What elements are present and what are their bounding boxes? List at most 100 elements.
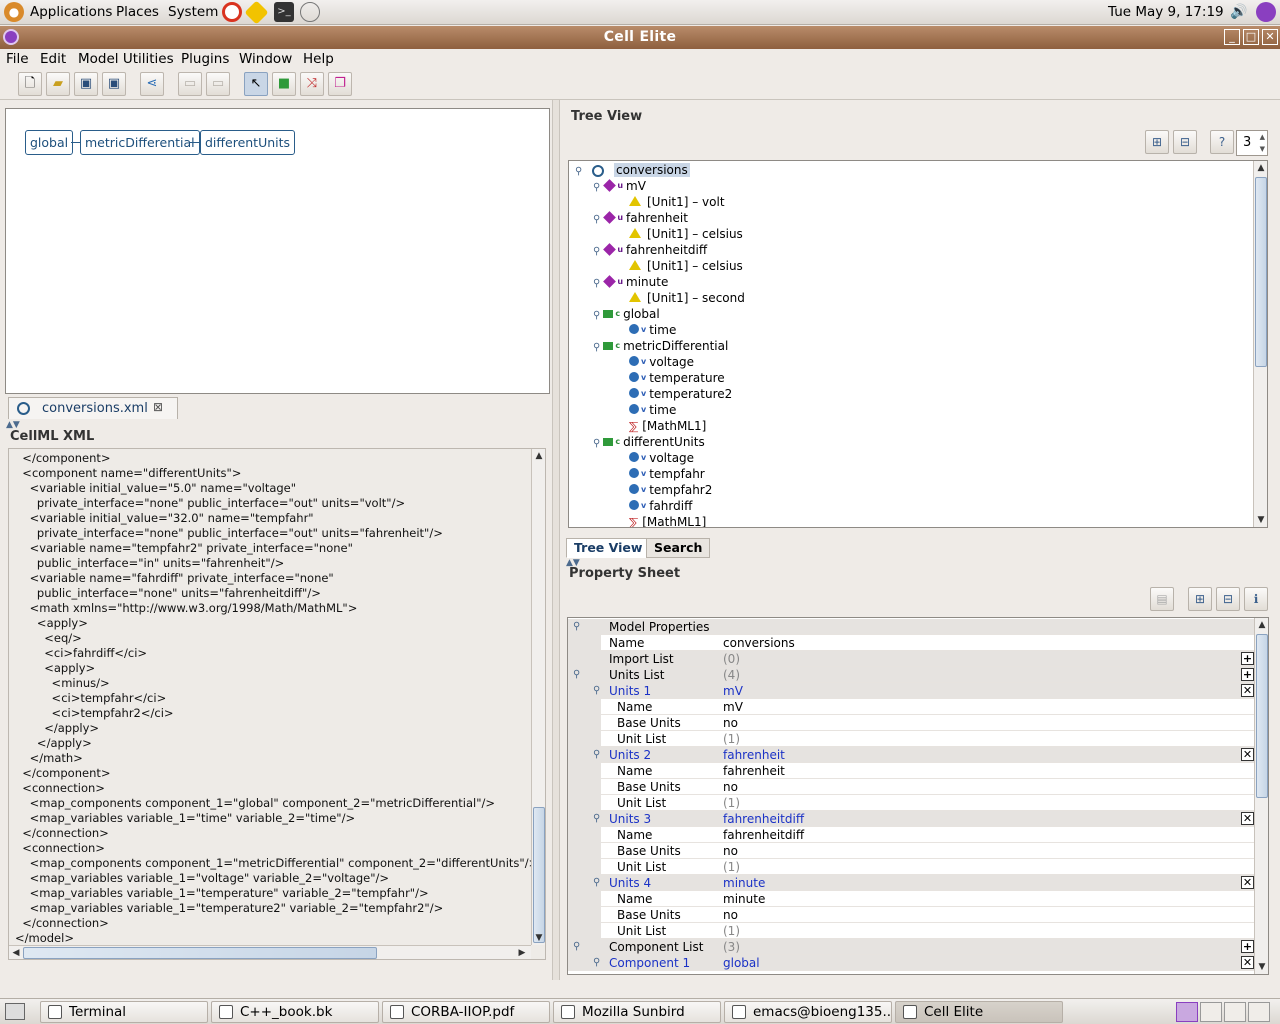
scroll-up-arrow-icon[interactable]: ▲ <box>532 451 545 461</box>
tab-conversions-xml[interactable]: conversions.xml ⊠ <box>8 397 178 419</box>
expander-icon[interactable]: ⚲ <box>593 278 600 289</box>
scroll-down-arrow-icon[interactable]: ▼ <box>532 933 545 943</box>
property-row[interactable]: Base Units no <box>568 907 1256 923</box>
property-expand-icon[interactable]: ⊞ <box>1188 587 1212 611</box>
property-value[interactable]: (1) <box>723 795 740 811</box>
property-row[interactable]: Name conversions <box>568 635 1256 651</box>
xml-text-area[interactable]: </component> <component name="differentU… <box>8 448 546 960</box>
xml-line[interactable]: <component name="differentUnits"> <box>9 466 527 481</box>
expander-icon[interactable]: ⚲ <box>593 214 600 225</box>
remove-icon[interactable]: ✕ <box>1241 876 1254 889</box>
tree-node[interactable]: [Unit1] – volt <box>613 194 725 210</box>
workspace-3-icon[interactable] <box>1224 1002 1246 1022</box>
expander-icon[interactable]: ⚲ <box>593 811 600 827</box>
xml-line[interactable]: public_interface="none" units="fahrenhei… <box>9 586 527 601</box>
tree-node[interactable]: v tempfahr2 <box>613 482 712 498</box>
taskbar-item[interactable]: emacs@bioeng135... <box>724 1001 892 1023</box>
expander-icon[interactable]: ⚲ <box>593 246 600 257</box>
tree-vscroll-thumb[interactable] <box>1255 177 1267 367</box>
workspace-4-icon[interactable] <box>1248 1002 1270 1022</box>
property-group-row[interactable]: ⚲ Units 2 fahrenheit ✕ <box>568 747 1256 763</box>
tree-node[interactable]: ⚲ c global <box>593 306 660 322</box>
tree-node[interactable]: ⚲ c differentUnits <box>593 434 705 450</box>
property-value[interactable]: no <box>723 907 738 923</box>
remove-icon[interactable]: ✕ <box>1241 956 1254 969</box>
save-icon[interactable]: ▣ <box>74 72 98 96</box>
panel-menu-system[interactable]: System <box>168 4 218 20</box>
tab-tree-view[interactable]: Tree View <box>566 538 651 558</box>
xml-line[interactable]: <math xmlns="http://www.w3.org/1998/Math… <box>9 601 527 616</box>
vertical-splitter[interactable] <box>552 100 560 980</box>
panel-menu-places[interactable]: Places <box>116 4 159 20</box>
property-value[interactable]: (1) <box>723 731 740 747</box>
diagram-canvas[interactable]: global metricDifferential differentUnits <box>5 108 550 394</box>
diagram-node-metricdifferential[interactable]: metricDifferential <box>80 130 200 155</box>
property-info-icon[interactable]: ℹ <box>1244 587 1268 611</box>
remove-icon[interactable]: ✕ <box>1241 812 1254 825</box>
tree-node[interactable]: ⚲ c metricDifferential <box>593 338 728 354</box>
property-row[interactable]: Name minute <box>568 891 1256 907</box>
property-row[interactable]: Unit List (1) <box>568 795 1256 811</box>
help-lifebuoy-icon[interactable] <box>222 2 242 22</box>
clock-launcher-icon[interactable] <box>300 2 320 22</box>
menu-window[interactable]: Window <box>239 51 292 67</box>
volume-icon[interactable]: 🔊 <box>1229 2 1249 22</box>
property-value[interactable]: conversions <box>723 635 795 651</box>
open-icon[interactable]: ▰ <box>46 72 70 96</box>
expander-icon[interactable]: ⚲ <box>593 955 600 971</box>
close-tab-icon[interactable]: ⊠ <box>153 400 163 414</box>
expander-icon[interactable]: ⚲ <box>575 166 582 177</box>
tree-node[interactable]: v time <box>613 322 676 338</box>
panel-menu-applications[interactable]: Applications <box>30 4 112 20</box>
scroll-up-arrow-icon[interactable]: ▲ <box>1255 620 1268 630</box>
xml-line[interactable]: private_interface="none" public_interfac… <box>9 496 527 511</box>
property-value[interactable]: fahrenheitdiff <box>723 827 804 843</box>
tree-node[interactable]: v fahrdiff <box>613 498 692 514</box>
xml-vscroll-thumb[interactable] <box>533 807 545 943</box>
add-icon[interactable]: + <box>1241 940 1254 953</box>
tree-node[interactable]: v voltage <box>613 450 694 466</box>
xml-line[interactable]: <map_components component_1="global" com… <box>9 796 527 811</box>
property-group-row[interactable]: ⚲ Model Properties <box>568 619 1256 635</box>
new-icon[interactable]: 🗋 <box>18 72 42 96</box>
property-value[interactable]: fahrenheit <box>723 763 785 779</box>
xml-line[interactable]: <minus/> <box>9 676 527 691</box>
add-icon[interactable]: + <box>1241 668 1254 681</box>
property-row[interactable]: Base Units no <box>568 715 1256 731</box>
help-question-icon[interactable] <box>244 0 269 25</box>
property-row[interactable]: Name fahrenheit <box>568 763 1256 779</box>
diagram-node-differentunits[interactable]: differentUnits <box>200 130 296 155</box>
expander-icon[interactable]: ⚲ <box>593 747 600 763</box>
xml-vertical-scrollbar[interactable]: ▲ ▼ <box>531 449 545 945</box>
add-icon[interactable]: + <box>1241 652 1254 665</box>
tree-node[interactable]: ⅀ [MathML1] <box>613 418 706 434</box>
maximize-button[interactable]: □ <box>1243 29 1259 45</box>
property-row[interactable]: Unit List (1) <box>568 731 1256 747</box>
tree-root[interactable]: ⚲ conversions <box>575 162 690 178</box>
expand-all-icon[interactable]: ⊞ <box>1145 130 1169 154</box>
taskbar-item[interactable]: Cell Elite <box>895 1001 1063 1023</box>
xml-line[interactable]: <variable name="fahrdiff" private_interf… <box>9 571 527 586</box>
xml-line[interactable]: </model> <box>9 931 527 946</box>
xml-line[interactable]: </apply> <box>9 736 527 751</box>
scroll-left-arrow-icon[interactable]: ◀ <box>9 948 23 958</box>
remove-icon[interactable]: ✕ <box>1241 684 1254 697</box>
tree-help-icon[interactable]: ? <box>1210 130 1234 154</box>
xml-line[interactable]: <map_variables variable_1="voltage" vari… <box>9 871 527 886</box>
property-group-row[interactable]: ⚲ Units 3 fahrenheitdiff ✕ <box>568 811 1256 827</box>
scroll-right-arrow-icon[interactable]: ▶ <box>515 948 529 958</box>
property-value[interactable]: no <box>723 843 738 859</box>
expander-icon[interactable]: ⚲ <box>593 875 600 891</box>
panel-clock[interactable]: Tue May 9, 17:19 <box>1108 4 1224 20</box>
workspace-1-icon[interactable] <box>1176 1002 1198 1022</box>
cellelite-tray-icon[interactable] <box>1256 2 1276 22</box>
xml-line[interactable]: <connection> <box>9 781 527 796</box>
terminal-launcher-icon[interactable]: >_ <box>274 2 294 22</box>
xml-horizontal-scrollbar[interactable]: ◀ ▶ <box>9 945 531 959</box>
xml-line[interactable]: <ci>fahrdiff</ci> <box>9 646 527 661</box>
property-row[interactable]: Name mV <box>568 699 1256 715</box>
show-desktop-icon[interactable] <box>5 1003 25 1020</box>
scroll-up-arrow-icon[interactable]: ▲ <box>1254 163 1267 173</box>
xml-line[interactable]: <eq/> <box>9 631 527 646</box>
xml-line[interactable]: </component> <box>9 451 527 466</box>
